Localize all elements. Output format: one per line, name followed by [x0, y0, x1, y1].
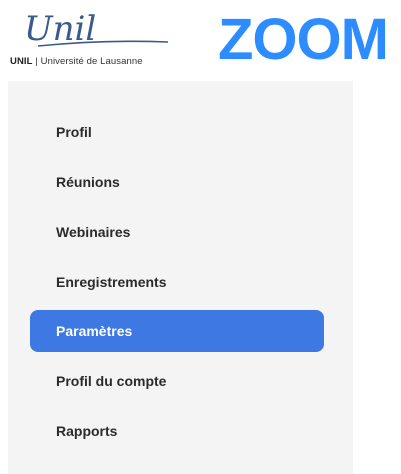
unil-logo: Unil UNIL | Université de Lausanne — [8, 6, 188, 68]
sidebar-item-reunions[interactable]: Réunions — [30, 161, 324, 203]
sidebar-item-enregistrements[interactable]: Enregistrements — [30, 261, 324, 303]
header: Unil UNIL | Université de Lausanne ZOOM — [0, 0, 401, 78]
sidebar-item-label: Profil — [56, 124, 92, 140]
sidebar-item-parametres[interactable]: Paramètres — [30, 310, 324, 352]
sidebar-item-rapports[interactable]: Rapports — [30, 410, 324, 452]
sidebar-item-profil[interactable]: Profil — [30, 111, 324, 153]
sidebar-item-label: Profil du compte — [56, 373, 167, 389]
unil-separator: | — [32, 56, 41, 67]
sidebar-item-label: Webinaires — [56, 224, 131, 240]
sidebar-item-label: Rapports — [56, 423, 118, 439]
unil-name: Université de Lausanne — [40, 56, 143, 67]
sidebar-item-profil-du-compte[interactable]: Profil du compte — [30, 360, 324, 402]
sidebar-nav: Profil Réunions Webinaires Enregistremen… — [8, 81, 353, 474]
sidebar-item-label: Enregistrements — [56, 274, 167, 290]
sidebar-item-label: Paramètres — [56, 323, 133, 339]
unil-abbrev: UNIL — [10, 56, 33, 67]
sidebar-item-webinaires[interactable]: Webinaires — [30, 211, 324, 253]
zoom-logo: ZOOM — [218, 7, 389, 72]
unil-caption: UNIL | Université de Lausanne — [10, 56, 143, 67]
sidebar-item-label: Réunions — [56, 174, 120, 190]
unil-script-logo: Unil — [24, 9, 169, 49]
